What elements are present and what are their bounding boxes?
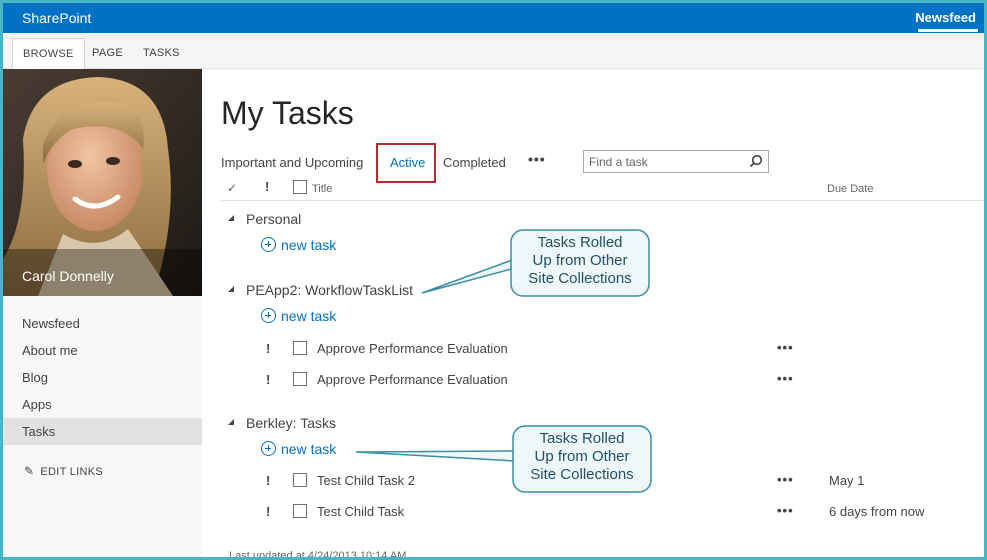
screenshot-frame: SharePoint Newsfeed BROWSE PAGE TASKS Ca… [0, 0, 987, 560]
callout-line: Up from Other [532, 252, 628, 269]
callout-line: Tasks Rolled [537, 234, 623, 251]
callout-line: Site Collections [530, 466, 634, 483]
callout-text: Tasks Rolled Up from Other Site Collecti… [510, 234, 650, 288]
callout-text: Tasks Rolled Up from Other Site Collecti… [512, 430, 652, 484]
callout-line: Site Collections [528, 270, 632, 287]
callout-shapes [355, 229, 652, 493]
callout-pointer [421, 257, 516, 294]
callout-pointer [355, 450, 516, 462]
callout-line: Up from Other [534, 448, 630, 465]
callout-line: Tasks Rolled [539, 430, 625, 447]
